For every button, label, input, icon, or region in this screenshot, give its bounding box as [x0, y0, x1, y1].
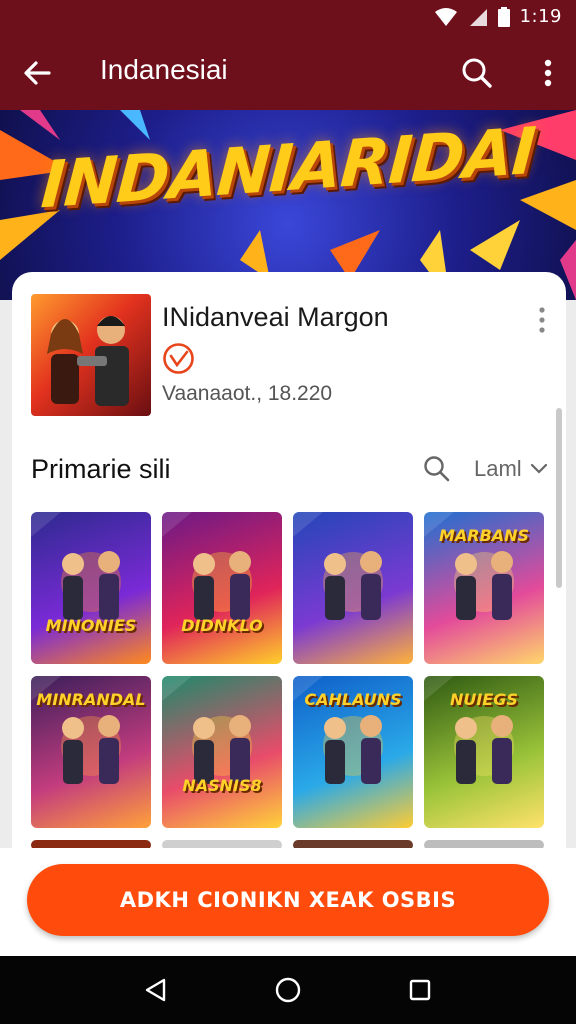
primary-action-button[interactable]: ADKH CIONIKN XEAK OSBIS	[27, 864, 549, 936]
tile-label: MARBANS	[438, 526, 530, 545]
nav-recents-button[interactable]	[400, 970, 440, 1010]
search-icon	[462, 58, 492, 88]
game-tile[interactable]	[293, 512, 413, 664]
game-tile[interactable]: MINONIES	[31, 512, 151, 664]
bottom-action-area: ADKH CIONIKN XEAK OSBIS	[0, 848, 576, 956]
game-tile[interactable]: DIDNKLO	[162, 512, 282, 664]
app-bar: Indanesiai	[0, 36, 576, 110]
section-search-button[interactable]	[420, 452, 454, 486]
game-tile[interactable]: NASNIS8	[162, 676, 282, 828]
section-title: Primarie sili	[31, 454, 171, 484]
tile-label: NUIEGS	[450, 690, 518, 709]
tile-label: MINONIES	[45, 616, 137, 635]
app-meta: Vaanaaot., 18.220	[162, 382, 333, 405]
back-button[interactable]	[16, 52, 58, 94]
tile-label: NASNIS8	[182, 776, 262, 795]
tile-art	[31, 512, 121, 620]
chevron-down-icon	[530, 463, 547, 474]
battery-icon	[497, 6, 510, 27]
more-vert-icon	[544, 59, 552, 87]
game-tile[interactable]: MARBANS	[424, 512, 544, 664]
tile-art	[162, 512, 252, 620]
game-tile[interactable]: NUIEGS	[424, 676, 544, 828]
search-icon	[424, 456, 450, 482]
back-arrow-icon	[24, 61, 51, 85]
page-title: Indanesiai	[100, 54, 228, 85]
tile-label: DIDNKLO	[181, 616, 263, 635]
tile-label: MINRANDAL	[36, 690, 146, 709]
signal-icon	[469, 8, 487, 26]
app-icon[interactable]	[31, 294, 151, 416]
nav-recents-icon	[409, 979, 431, 1001]
tile-label: CAHLAUNS	[304, 690, 402, 709]
section-filter-dropdown[interactable]: Laml	[474, 456, 548, 482]
nav-back-button[interactable]	[136, 970, 176, 1010]
check-badge-icon	[163, 343, 194, 374]
app-name: INidanveai Margon	[162, 302, 389, 332]
more-options-button[interactable]	[534, 52, 562, 94]
app-icon-art	[47, 316, 129, 406]
tile-art	[293, 512, 383, 620]
nav-back-icon	[145, 978, 166, 1002]
status-icons: 1:19	[434, 6, 562, 27]
status-time: 1:19	[519, 6, 562, 27]
game-tile[interactable]: MINRANDAL	[31, 676, 151, 828]
wifi-icon	[434, 7, 457, 26]
tile-art	[162, 676, 252, 784]
search-button[interactable]	[456, 52, 498, 94]
nav-home-button[interactable]	[268, 970, 308, 1010]
status-bar: 1:19	[0, 0, 576, 36]
filter-label: Laml	[474, 456, 522, 481]
more-vert-icon	[539, 307, 545, 333]
system-nav-bar	[0, 956, 576, 1024]
app-detail-card: INidanveai Margon Vaanaaot., 18.220 Prim…	[12, 272, 566, 872]
check-badge	[162, 342, 195, 375]
card-more-button[interactable]	[532, 304, 552, 336]
game-tile[interactable]: CAHLAUNS	[293, 676, 413, 828]
nav-home-icon	[275, 977, 301, 1003]
scrollbar[interactable]	[556, 408, 562, 588]
